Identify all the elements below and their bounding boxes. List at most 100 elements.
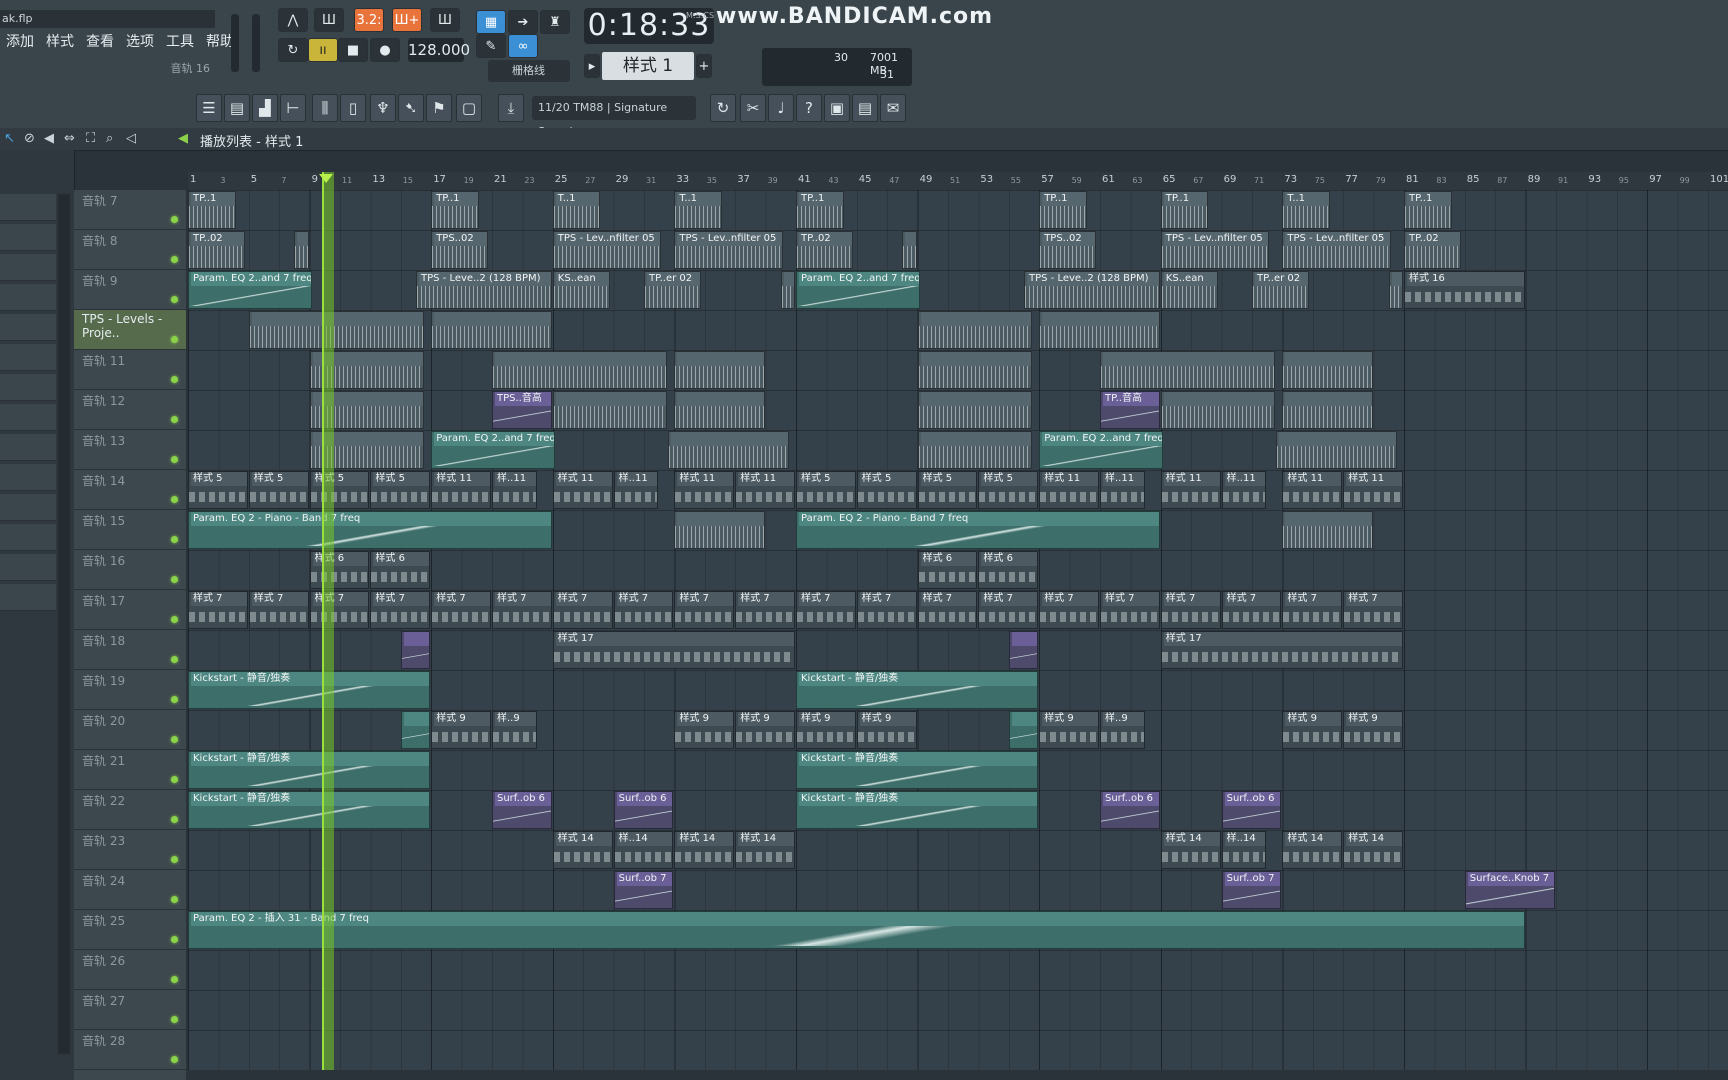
pattern-clip[interactable]: 样式 9	[796, 711, 856, 749]
pattern-clip[interactable]: 样式 14	[735, 831, 795, 869]
auto-clip[interactable]: Param. EQ 2 - Piano - Band 7 freq	[796, 511, 1160, 549]
pattern-clip[interactable]: 样式 16	[1404, 271, 1525, 309]
audio-clip[interactable]: T..1	[1282, 191, 1331, 229]
mixer-icon[interactable]: ⫼	[312, 94, 338, 122]
audio-clip[interactable]: KS..ean	[552, 271, 610, 309]
browser-item[interactable]	[0, 254, 56, 281]
pattern-clip[interactable]: 样式 9	[431, 711, 491, 749]
pattern-clip[interactable]: 样式 14	[1160, 831, 1221, 869]
stop-button[interactable]: ■	[338, 38, 368, 62]
pattern-clip[interactable]: 样..14	[1221, 831, 1267, 869]
audio-clip[interactable]	[1388, 271, 1403, 309]
pattern-clip[interactable]: 样式 14	[674, 831, 735, 869]
audio-clip[interactable]: TPS - Lev..nfilter 05	[1160, 231, 1270, 269]
audio-clip[interactable]: TP..1	[431, 191, 479, 229]
auto-clip[interactable]: Kickstart - 静音/独奏	[796, 791, 1039, 829]
pattern-clip[interactable]: 样式 7	[978, 591, 1039, 629]
track-header[interactable]: 音轨 21	[74, 750, 186, 790]
pattern-clip[interactable]: 样式 5	[248, 471, 309, 509]
track-enable-led[interactable]	[171, 416, 178, 423]
play-button[interactable]: ıı	[308, 38, 338, 62]
zoom-tool-icon[interactable]: ⌕	[106, 131, 113, 146]
auto-clip[interactable]: Param. EQ 2..and 7 freq	[796, 271, 920, 309]
track-header[interactable]: 音轨 25	[74, 910, 186, 950]
pattern-clip[interactable]: 样式 7	[856, 591, 917, 629]
pattern-clip[interactable]: 样..11	[613, 471, 659, 509]
track-header[interactable]: 音轨 16	[74, 550, 186, 590]
help-icon[interactable]: ?	[796, 94, 822, 122]
browser-item[interactable]	[0, 284, 56, 311]
pattern-clip[interactable]: 样式 7	[309, 591, 370, 629]
browser-item[interactable]	[0, 194, 56, 221]
pattern-clip[interactable]: 样式 17	[552, 631, 795, 669]
audio-clip[interactable]	[917, 311, 1033, 349]
track-enable-led[interactable]	[171, 656, 178, 663]
audio-clip[interactable]	[668, 431, 789, 469]
audio-clip[interactable]	[674, 351, 765, 389]
audio-clip[interactable]: KS..ean	[1160, 271, 1218, 309]
volume-tool-icon[interactable]: ◀	[44, 131, 54, 146]
audio-clip[interactable]	[294, 231, 309, 269]
purple-clip[interactable]: Surf..ob 6	[492, 791, 552, 829]
wait-input-icon[interactable]: Ш	[314, 8, 344, 32]
track-enable-led[interactable]	[171, 536, 178, 543]
audio-clip[interactable]	[1282, 391, 1373, 429]
auto-clip[interactable]: Param. EQ 2 - Piano - Band 7 freq	[188, 511, 552, 549]
audio-clip[interactable]	[674, 511, 765, 549]
purple-clip[interactable]: TPS..音高	[492, 391, 552, 429]
auto-clip[interactable]: Kickstart - 静音/独奏	[796, 751, 1039, 789]
pattern-clip[interactable]: 样式 5	[309, 471, 370, 509]
audio-clip[interactable]: T..1	[552, 191, 601, 229]
audio-clip[interactable]	[1039, 311, 1160, 349]
purple-clip[interactable]: Surface..Knob 7	[1464, 871, 1555, 909]
track-enable-led[interactable]	[171, 296, 178, 303]
track-header[interactable]: 音轨 26	[74, 950, 186, 990]
track-enable-led[interactable]	[171, 816, 178, 823]
audio-clip[interactable]	[917, 431, 1033, 469]
auto-clip[interactable]: Kickstart - 静音/独奏	[796, 671, 1039, 709]
audio-clip[interactable]: TP..02	[796, 231, 853, 269]
audio-clip[interactable]: TP..er 02	[1252, 271, 1309, 309]
audio-clip[interactable]	[431, 311, 552, 349]
pattern-clip[interactable]: 样式 14	[1343, 831, 1403, 869]
auto-clip[interactable]: Param. EQ 2..and 7 freq	[431, 431, 555, 469]
purple-clip[interactable]: TP..音高	[1100, 391, 1160, 429]
browser-item[interactable]	[0, 434, 56, 461]
purple-clip[interactable]: Surf..ob 7	[1221, 871, 1282, 909]
menu-add[interactable]: 添加	[0, 32, 40, 52]
pattern-clip[interactable]: 样式 9	[1282, 711, 1343, 749]
piano-roll-icon[interactable]: ▟	[252, 94, 278, 122]
bird-icon[interactable]: ➷	[398, 94, 424, 122]
select-tool-icon[interactable]: ⛶	[86, 131, 95, 146]
browser-item[interactable]	[0, 584, 56, 611]
pattern-clip[interactable]: 样式 11	[1282, 471, 1343, 509]
pattern-clip[interactable]: 样式 7	[1039, 591, 1099, 629]
pattern-add-icon[interactable]: +	[696, 54, 712, 78]
track-enable-led[interactable]	[171, 1056, 178, 1063]
track-header[interactable]: 音轨 12	[74, 390, 186, 430]
purple-clip[interactable]: Surf..ob 6	[613, 791, 674, 829]
audio-clip[interactable]: TPS..02	[1039, 231, 1096, 269]
auto-clip[interactable]	[400, 711, 431, 749]
audio-clip[interactable]: TP..1	[1039, 191, 1087, 229]
audio-clip[interactable]: TPS - Leve..2 (128 BPM)	[416, 271, 552, 309]
cut-icon[interactable]: ✂	[740, 94, 766, 122]
browser-item[interactable]	[0, 524, 56, 551]
audio-clip[interactable]	[1282, 351, 1373, 389]
download-icon[interactable]: ⤓	[498, 94, 524, 122]
mic-icon[interactable]: ♩	[768, 94, 794, 122]
track-enable-led[interactable]	[171, 216, 178, 223]
track-header[interactable]: 音轨 24	[74, 870, 186, 910]
purple-clip[interactable]: Surf..ob 7	[613, 871, 674, 909]
browser-item[interactable]	[0, 314, 56, 341]
pattern-clip[interactable]: 样..9	[492, 711, 537, 749]
audio-clip[interactable]: TP..02	[188, 231, 245, 269]
browser-item[interactable]	[0, 464, 56, 491]
playlist-icon[interactable]: ☰	[196, 94, 222, 122]
pointer-icon[interactable]: ↖	[4, 131, 15, 146]
speaker-icon[interactable]: ◀	[178, 131, 188, 146]
arrow-right-icon[interactable]: ➔	[508, 10, 538, 34]
audio-clip[interactable]: TP..er 02	[644, 271, 701, 309]
playback-tool-icon[interactable]: ◁	[126, 131, 136, 146]
pattern-clip[interactable]: 样式 6	[370, 551, 431, 589]
